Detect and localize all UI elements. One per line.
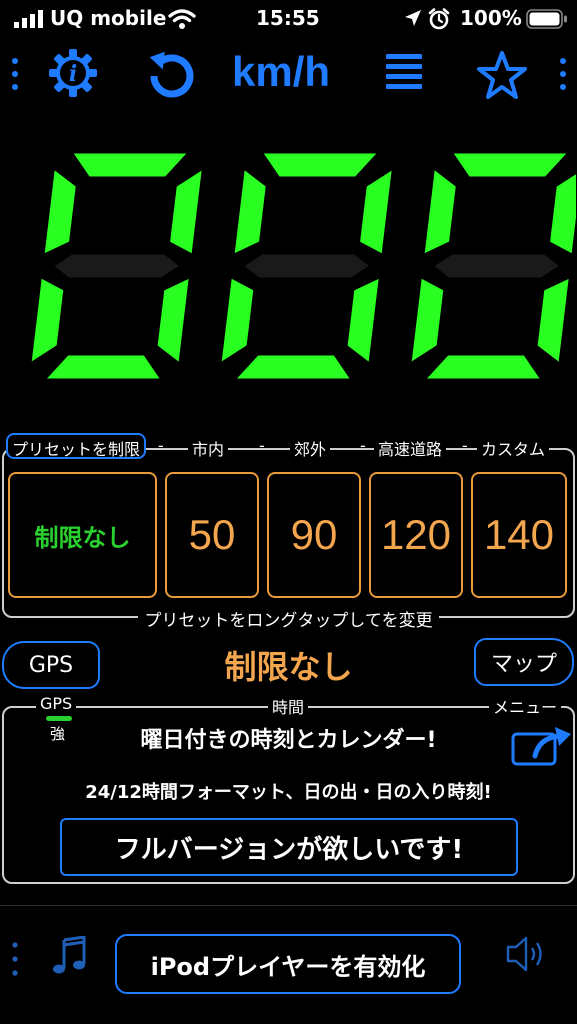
header-custom: カスタム	[477, 436, 550, 460]
preset-value: 140	[483, 511, 555, 558]
segment-upper-left	[231, 164, 269, 259]
preset-button-highway[interactable]: 120	[369, 472, 463, 598]
segment-middle	[239, 251, 374, 281]
segment-middle	[49, 251, 184, 281]
share-icon[interactable]	[511, 724, 573, 768]
segment-bottom	[40, 352, 166, 382]
segment-upper-right	[356, 164, 396, 258]
speed-digit	[408, 150, 576, 382]
segment-middle	[429, 251, 564, 281]
header-suburb: 郊外	[290, 436, 331, 460]
ipod-player-button[interactable]: iPodプレイヤーを有効化	[115, 934, 461, 994]
header-highway: 高速道路	[374, 436, 447, 460]
preset-label: 制限なし	[34, 523, 131, 552]
segment-lower-right	[534, 273, 573, 368]
status-time: 15:55	[256, 6, 320, 30]
separator: -	[360, 436, 366, 455]
preset-button-no-limit[interactable]: 制限なし	[8, 472, 157, 598]
segment-upper-right	[166, 164, 206, 258]
segment-upper-left	[421, 164, 459, 259]
time-label: 時間	[268, 694, 309, 718]
speaker-icon[interactable]	[506, 934, 548, 974]
info-gear-icon[interactable]: i	[48, 48, 98, 98]
preset-button-suburb[interactable]: 90	[267, 472, 361, 598]
info-line-2: 24/12時間フォーマット、日の出・日の入り時刻!	[85, 782, 492, 803]
info-line-1: 曜日付きの時刻とカレンダー!	[140, 728, 437, 753]
location-arrow-icon	[405, 10, 421, 26]
battery-icon	[526, 9, 567, 29]
preset-title-button[interactable]: プリセットを制限	[6, 433, 147, 459]
gps-strength-bar	[46, 716, 72, 721]
reset-icon[interactable]	[146, 50, 198, 100]
carrier-name: UQ mobile	[50, 6, 167, 30]
separator: -	[259, 436, 265, 455]
separator: -	[462, 436, 468, 455]
cell-signal-icon	[14, 10, 43, 28]
gps-label: GPS	[36, 694, 77, 713]
status-bar: UQ mobile 15:55 100%	[0, 0, 577, 38]
unit-toggle[interactable]: km/h	[232, 48, 330, 96]
segment-top	[448, 150, 574, 180]
speed-digit	[218, 150, 396, 382]
map-button[interactable]: マップ	[474, 638, 574, 686]
header-city: 市内	[188, 436, 229, 460]
divider	[0, 905, 577, 906]
left-more-vertical-icon[interactable]	[10, 56, 20, 92]
speed-digit	[28, 150, 206, 382]
right-more-vertical-icon[interactable]	[558, 56, 568, 92]
speed-display	[28, 150, 576, 382]
preset-button-custom[interactable]: 140	[471, 472, 567, 598]
bottom-left-more-vertical-icon[interactable]	[10, 940, 20, 980]
segment-lower-left	[218, 274, 257, 368]
list-icon[interactable]	[386, 52, 424, 92]
segment-lower-right	[154, 273, 193, 368]
menu-label: メニュー	[489, 694, 562, 718]
preset-value: 50	[188, 511, 236, 558]
segment-bottom	[420, 352, 546, 382]
preset-hint: プリセットをロングタップしてを変更	[0, 606, 577, 631]
preset-button-city[interactable]: 50	[165, 472, 259, 598]
star-icon[interactable]	[476, 50, 528, 100]
segment-lower-right	[344, 273, 383, 368]
music-note-icon[interactable]	[52, 936, 88, 976]
wifi-icon	[168, 9, 196, 29]
separator: -	[158, 436, 164, 455]
full-version-button[interactable]: フルバージョンが欲しいです!	[60, 818, 518, 876]
segment-upper-right	[546, 170, 576, 258]
preset-value: 90	[290, 511, 338, 558]
segment-lower-left	[28, 274, 67, 368]
segment-top	[258, 150, 384, 180]
preset-value: 120	[380, 511, 452, 558]
segment-lower-left	[408, 274, 447, 368]
segment-top	[68, 150, 194, 180]
segment-upper-left	[41, 164, 79, 259]
alarm-icon	[428, 8, 450, 30]
svg-text:i: i	[69, 61, 77, 87]
battery-percent: 100%	[460, 6, 522, 30]
segment-bottom	[230, 352, 356, 382]
